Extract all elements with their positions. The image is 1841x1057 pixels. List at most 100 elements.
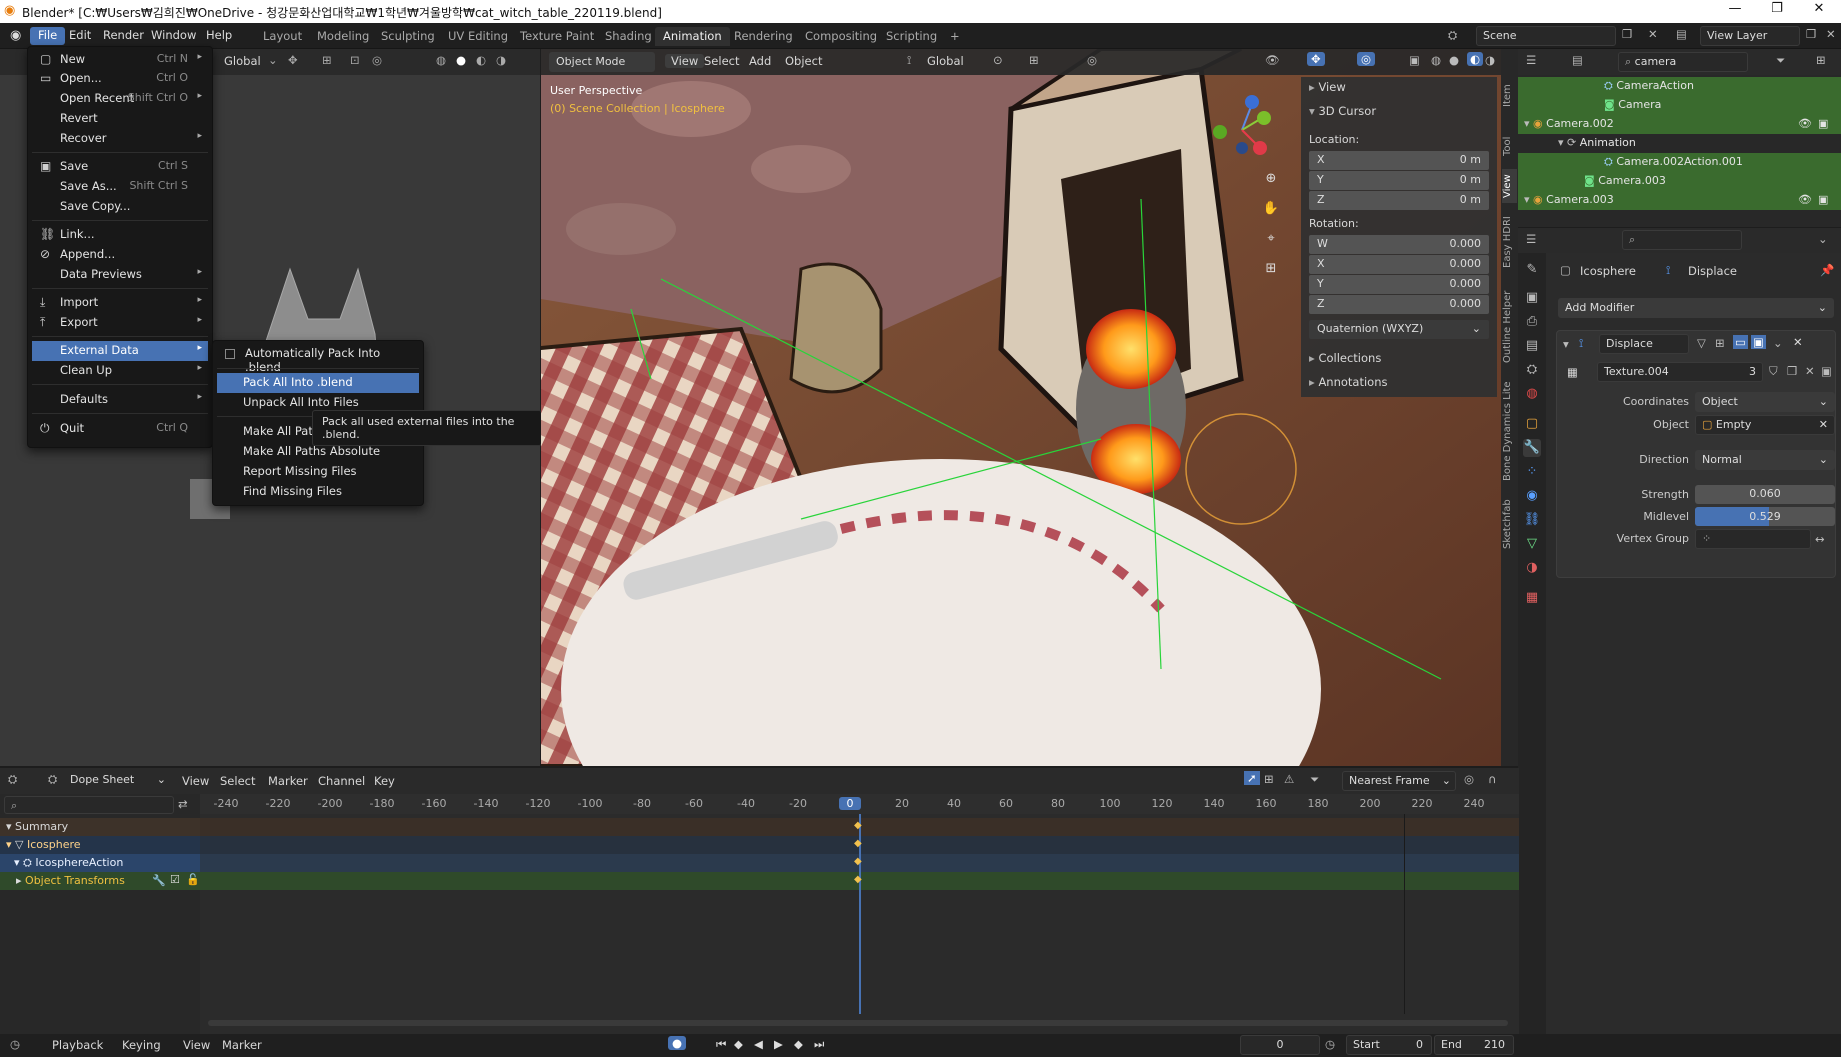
viewport-menu-view[interactable]: View	[665, 54, 705, 68]
tab-easy-hdri[interactable]: Easy HDRI	[1502, 211, 1517, 273]
midlevel-slider[interactable]: 0.529	[1695, 507, 1835, 526]
scene-new-icon[interactable]: ❐	[1622, 27, 1632, 41]
end-frame-field[interactable]: End 210	[1434, 1035, 1514, 1055]
material-tab-icon[interactable]: ◑	[1523, 559, 1541, 577]
tab-modeling[interactable]: Modeling	[309, 27, 377, 46]
tab-texture-paint[interactable]: Texture Paint	[512, 27, 602, 46]
tab-scripting[interactable]: Scripting	[878, 27, 945, 46]
object-tab-icon[interactable]: ▢	[1523, 415, 1541, 433]
frame-ruler[interactable]: -240 -220 -200 -180 -160 -140 -120 -100 …	[200, 794, 1519, 814]
file-save-copy[interactable]: Save Copy...	[32, 197, 208, 217]
add-modifier-button[interactable]: Add Modifier ⌄	[1558, 298, 1834, 318]
chevron-down-icon[interactable]: ⌄	[1773, 336, 1783, 350]
file-external-data[interactable]: External Data ▸	[32, 341, 208, 361]
file-save-as[interactable]: Save As... Shift Ctrl S	[32, 177, 208, 197]
preview-range-icon[interactable]: ◷	[1325, 1037, 1335, 1051]
perspective-toggle-icon[interactable]: ⊞	[1262, 260, 1280, 278]
grid-icon[interactable]: ⊡	[350, 53, 360, 67]
viewport-orientation[interactable]: Global	[927, 54, 964, 68]
pan-hand-icon[interactable]: ✋	[1262, 200, 1280, 218]
dopesheet-mode-dropdown[interactable]: Dope Sheet ⌄	[64, 771, 168, 791]
pivot-icon[interactable]: ✥	[288, 53, 298, 67]
tool-tab-icon[interactable]: ✎	[1523, 261, 1541, 279]
object-data-tab-icon[interactable]: ▽	[1523, 535, 1541, 553]
view-layer-new-icon[interactable]: ❐	[1806, 27, 1816, 41]
tab-view[interactable]: View	[1502, 169, 1517, 203]
outliner-row-camera003[interactable]: ▾ ◉ Camera.003 👁 ▣	[1518, 191, 1841, 210]
auto-pack-option[interactable]: Automatically Pack Into .blend	[217, 344, 419, 374]
dopesheet-menu-key[interactable]: Key	[374, 774, 395, 788]
only-selected-icon[interactable]: ➚	[1244, 771, 1260, 785]
duplicate-icon[interactable]: ❐	[1787, 364, 1797, 378]
footer-menu-marker[interactable]: Marker	[222, 1038, 262, 1052]
outliner-row-cameraaction[interactable]: ⛭ CameraAction	[1518, 77, 1841, 96]
tab-sculpting[interactable]: Sculpting	[373, 27, 443, 46]
annotations-section[interactable]: ▸ Annotations	[1309, 375, 1388, 389]
texture-tab-icon[interactable]: ▦	[1523, 589, 1541, 607]
pack-all-item[interactable]: Pack All Into .blend	[217, 373, 419, 393]
file-quit[interactable]: ⏻ Quit Ctrl Q	[32, 419, 208, 439]
cursor-rotation-y[interactable]: Y 0.000	[1309, 275, 1489, 294]
render-camera-icon[interactable]: ▣	[1818, 193, 1828, 206]
cursor-location-x[interactable]: X 0 m	[1309, 151, 1489, 170]
keyframe-summary[interactable]: ◆	[854, 820, 862, 831]
channel-icosphere[interactable]: ▾ ▽ Icosphere	[0, 836, 200, 854]
proportional-edit-icon[interactable]: ◎	[1087, 53, 1097, 67]
scene-tab-icon[interactable]: ⛭	[1523, 361, 1541, 379]
properties-search[interactable]: ⌕	[1622, 230, 1742, 250]
visibility-icon[interactable]: 👁	[1265, 53, 1280, 67]
menu-edit[interactable]: Edit	[61, 27, 99, 45]
find-missing-item[interactable]: Find Missing Files	[217, 482, 419, 502]
dopesheet-menu-marker[interactable]: Marker	[268, 774, 308, 788]
tab-rendering[interactable]: Rendering	[726, 27, 801, 46]
material-preview-icon[interactable]: ◐	[1467, 52, 1484, 66]
blender-menu-icon[interactable]: ◉	[10, 28, 21, 43]
next-keyframe-icon[interactable]: ◆	[794, 1037, 803, 1051]
tab-compositing[interactable]: Compositing	[797, 27, 885, 46]
tab-layout[interactable]: Layout	[255, 27, 310, 46]
render-toggle-icon[interactable]: ▣	[1751, 335, 1766, 349]
strength-field[interactable]: 0.060	[1695, 485, 1835, 504]
tab-uv-editing[interactable]: UV Editing	[440, 27, 516, 46]
outliner-row-camera003-data[interactable]: ◙ Camera.003	[1518, 172, 1841, 191]
snap-mode-dropdown[interactable]: Nearest Frame ⌄	[1342, 771, 1456, 791]
channel-object-transforms[interactable]: ▸ Object Transforms 🔧 ☑ 🔓	[0, 872, 200, 890]
tab-bone-dynamics[interactable]: Bone Dynamics Lite	[1502, 381, 1517, 481]
texture-selector[interactable]: Texture.004 3	[1597, 362, 1763, 382]
viewport-menu-object[interactable]: Object	[785, 54, 822, 68]
file-data-previews[interactable]: Data Previews ▸	[32, 265, 208, 285]
navigation-gizmo[interactable]	[1200, 90, 1280, 170]
snap-toggle-icon[interactable]: ⊞	[1029, 53, 1039, 67]
cage-toggle-icon[interactable]: ⊞	[1715, 336, 1725, 350]
play-reverse-icon[interactable]: ◀	[754, 1037, 763, 1051]
footer-menu-view[interactable]: View	[183, 1038, 210, 1052]
zoom-icon[interactable]: ⊕	[1262, 170, 1280, 188]
report-missing-item[interactable]: Report Missing Files	[217, 462, 419, 482]
output-tab-icon[interactable]: ⎙	[1523, 313, 1541, 331]
dopesheet-body[interactable]: ⌕ ⇄ ▾ Summary ▾ ▽ Icosphere ▾ ⛭ Icospher…	[0, 794, 1519, 1034]
tab-tool[interactable]: Tool	[1502, 129, 1517, 163]
collections-section[interactable]: ▸ Collections	[1309, 351, 1381, 365]
view-layer-delete-icon[interactable]: ✕	[1826, 27, 1836, 41]
snap-icon[interactable]: ⊞	[322, 53, 332, 67]
outliner-row-animation[interactable]: ▾ ⟳ Animation	[1518, 134, 1841, 153]
play-icon[interactable]: ▶	[774, 1037, 783, 1051]
wrench-icon[interactable]: 🔧	[152, 874, 166, 887]
file-import[interactable]: ⤓ Import ▸	[32, 293, 208, 313]
dopesheet-menu-channel[interactable]: Channel	[318, 774, 365, 788]
lock-icon[interactable]: 🔓	[186, 873, 200, 886]
object-mode-dropdown[interactable]: Object Mode	[549, 52, 655, 72]
edit-mode-toggle-icon[interactable]: ▽	[1697, 336, 1706, 350]
eye-icon[interactable]: 👁	[1798, 117, 1812, 130]
eye-icon[interactable]: 👁	[1798, 193, 1812, 206]
cursor-section[interactable]: ▾ 3D Cursor	[1309, 104, 1376, 118]
display-mode-icon[interactable]: ▤	[1572, 53, 1583, 67]
file-append[interactable]: ⊘ Append...	[32, 245, 208, 265]
overlay-icon[interactable]: ◎	[372, 53, 382, 67]
unlink-icon[interactable]: ✕	[1805, 364, 1815, 378]
swap-icon[interactable]: ⇄	[178, 797, 188, 811]
left-orientation[interactable]: Global	[224, 54, 261, 68]
rendered-shading-icon[interactable]: ◑	[1485, 53, 1495, 67]
file-new[interactable]: ▢ New Ctrl N ▸	[32, 50, 208, 70]
material-shading-icon[interactable]: ◐	[476, 53, 486, 67]
